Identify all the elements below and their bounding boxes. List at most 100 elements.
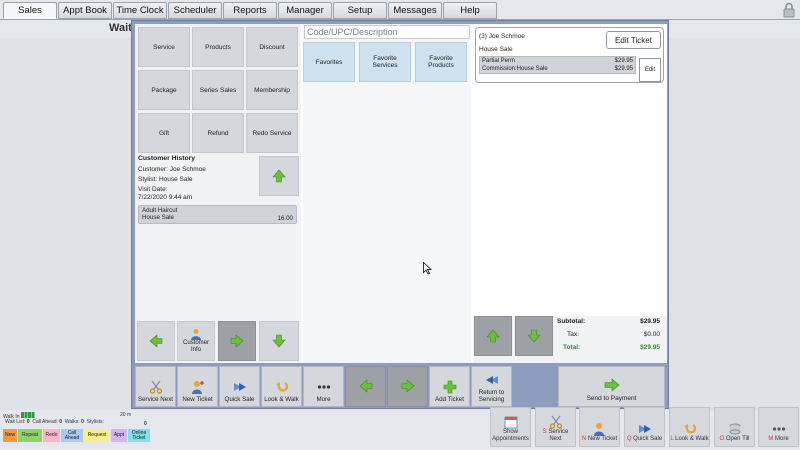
tax-label: Tax: bbox=[567, 331, 579, 338]
line-item-edit-button[interactable]: Edit bbox=[639, 58, 661, 82]
send-to-payment-button[interactable]: Send to Payment bbox=[558, 366, 665, 407]
history-item[interactable]: Adult Haircut House Sale 16.00 bbox=[138, 205, 297, 224]
arrow-up-icon bbox=[486, 329, 500, 343]
tax-row: Tax: $0.00 bbox=[557, 331, 664, 338]
arrow-down-icon bbox=[527, 329, 541, 343]
history-scroll-up-button[interactable] bbox=[259, 156, 299, 196]
action-more-label: More bbox=[775, 436, 789, 442]
more-button[interactable]: More bbox=[303, 366, 344, 407]
action-service-next-button[interactable]: S Service Next bbox=[535, 407, 576, 447]
quick-sale-button[interactable]: Quick Sale bbox=[219, 366, 260, 407]
item-pane: Code/UPC/Description Favorites Favorite … bbox=[303, 24, 471, 363]
service-category-button[interactable]: Service bbox=[138, 27, 190, 67]
package-category-button[interactable]: Package bbox=[138, 70, 190, 110]
customer-history-title: Customer History bbox=[138, 155, 196, 162]
membership-category-button[interactable]: Membership bbox=[246, 70, 298, 110]
edit-ticket-button[interactable]: Edit Ticket bbox=[606, 31, 661, 49]
history-visit-date: 7/22/2020 9:44 am bbox=[138, 194, 193, 201]
quick-sale-icon bbox=[638, 425, 651, 433]
tab-scheduler[interactable]: Scheduler bbox=[168, 2, 222, 19]
action-quick-sale-label: Quick Sale bbox=[633, 436, 663, 442]
total-label: Total: bbox=[563, 344, 581, 351]
tab-reports[interactable]: Reports bbox=[223, 2, 277, 19]
return-to-servicing-label: Return to Servicing bbox=[478, 389, 505, 403]
action-look-walk-button[interactable]: L Look & Walk bbox=[669, 407, 710, 447]
history-right-button[interactable] bbox=[218, 321, 256, 361]
modal-action-row: Service Next New Ticket Quick Sale Look … bbox=[135, 366, 667, 407]
tab-sales[interactable]: Sales bbox=[3, 2, 57, 19]
action-look-walk-label: Look & Walk bbox=[675, 436, 709, 442]
tab-help[interactable]: Help bbox=[443, 2, 497, 19]
products-category-button[interactable]: Products bbox=[192, 27, 244, 67]
ticket-card[interactable]: (3) Joe Schmoe House Sale Edit Ticket Pa… bbox=[475, 27, 664, 83]
ticket-stylist: House Sale bbox=[479, 46, 513, 53]
look-walk-hotkey: L bbox=[670, 436, 674, 442]
history-prev-button[interactable] bbox=[137, 321, 175, 361]
ticket-line-item[interactable]: Partial Perm $29.95 Commission:House Sal… bbox=[479, 56, 636, 74]
history-item-stylist: House Sale bbox=[142, 214, 174, 221]
coins-icon bbox=[729, 423, 740, 435]
tab-time-clock[interactable]: Time Clock bbox=[113, 2, 167, 19]
wait-count: 0 bbox=[144, 421, 147, 427]
wait-list-count: 0 bbox=[26, 419, 30, 425]
more-label: More bbox=[316, 396, 331, 403]
refund-category-button[interactable]: Refund bbox=[192, 113, 244, 153]
favorite-products-button[interactable]: Favorite Products bbox=[415, 42, 467, 82]
favorite-services-button[interactable]: Favorite Services bbox=[359, 42, 411, 82]
favorites-button[interactable]: Favorites bbox=[303, 42, 355, 82]
history-scroll-down-button[interactable] bbox=[259, 321, 299, 361]
show-appointments-label: Show Appointments bbox=[492, 429, 529, 442]
prev-page-button[interactable] bbox=[345, 366, 386, 407]
next-page-button[interactable] bbox=[387, 366, 428, 407]
legend-chip-call-ahead: Call Ahead bbox=[61, 429, 83, 442]
arrow-left-icon bbox=[359, 378, 372, 393]
add-ticket-label: Add Ticket bbox=[435, 396, 464, 403]
wait-minutes: 20 m bbox=[120, 412, 132, 418]
plus-icon bbox=[443, 380, 456, 394]
action-quick-sale-button[interactable]: Q Quick Sale bbox=[624, 407, 665, 447]
service-next-button[interactable]: Service Next bbox=[135, 366, 176, 407]
tab-manager[interactable]: Manager bbox=[278, 2, 332, 19]
action-new-ticket-button[interactable]: N New Ticket bbox=[579, 407, 620, 447]
add-ticket-button[interactable]: Add Ticket bbox=[429, 366, 470, 407]
look-walk-button[interactable]: Look & Walk bbox=[261, 366, 302, 407]
new-ticket-icon bbox=[191, 381, 204, 394]
call-ahead-label: Call Ahead: bbox=[32, 419, 58, 425]
lock-icon[interactable] bbox=[782, 2, 796, 18]
scissors-icon bbox=[149, 380, 162, 394]
wait-list-label: Wait List: bbox=[5, 419, 26, 425]
arrow-down-icon bbox=[272, 334, 286, 348]
ticket-scroll-down-button[interactable] bbox=[515, 316, 553, 356]
line-item-commission-price: $29.95 bbox=[614, 66, 633, 72]
subtotal-value: $29.95 bbox=[640, 318, 660, 325]
new-ticket-button[interactable]: New Ticket bbox=[177, 366, 218, 407]
rewind-icon bbox=[485, 376, 498, 384]
line-item-name: Partial Perm bbox=[482, 58, 516, 64]
customer-info-label: Customer Info bbox=[182, 340, 209, 353]
more-hotkey: M bbox=[768, 436, 774, 442]
more-dots-icon bbox=[317, 385, 330, 389]
customer-info-button[interactable]: Customer Info bbox=[177, 321, 215, 361]
arrow-right-icon bbox=[604, 378, 619, 392]
queue-counts: Wait List: 0 Call Ahead: 0 Walks: 0 Styl… bbox=[5, 419, 104, 425]
history-item-price: 16.00 bbox=[277, 215, 293, 222]
search-input[interactable]: Code/UPC/Description bbox=[304, 25, 470, 39]
show-appointments-button[interactable]: Show Appointments bbox=[490, 407, 531, 447]
legend-chip-online-ticket: Online Ticket bbox=[128, 429, 150, 442]
tab-setup[interactable]: Setup bbox=[333, 2, 387, 19]
gift-category-button[interactable]: Gift bbox=[138, 113, 190, 153]
legend-chip-new: New bbox=[3, 429, 17, 442]
redo-service-category-button[interactable]: Redo Service bbox=[246, 113, 298, 153]
tab-messages[interactable]: Messages bbox=[388, 2, 442, 19]
tab-appt-book[interactable]: Appt Book bbox=[58, 2, 112, 19]
series-sales-category-button[interactable]: Series Sales bbox=[192, 70, 244, 110]
open-till-button[interactable]: O Open Till bbox=[714, 407, 755, 447]
discount-category-button[interactable]: Discount bbox=[246, 27, 298, 67]
walks-label: Walks: bbox=[64, 419, 80, 425]
history-customer: Customer: Joe Schmoe bbox=[138, 166, 206, 173]
ticket-pane: (3) Joe Schmoe House Sale Edit Ticket Pa… bbox=[473, 24, 667, 363]
action-more-button[interactable]: M More bbox=[758, 407, 799, 447]
quick-sale-hotkey: Q bbox=[626, 436, 632, 442]
return-to-servicing-button[interactable]: Return to Servicing bbox=[471, 366, 512, 407]
ticket-scroll-up-button[interactable] bbox=[474, 316, 512, 356]
